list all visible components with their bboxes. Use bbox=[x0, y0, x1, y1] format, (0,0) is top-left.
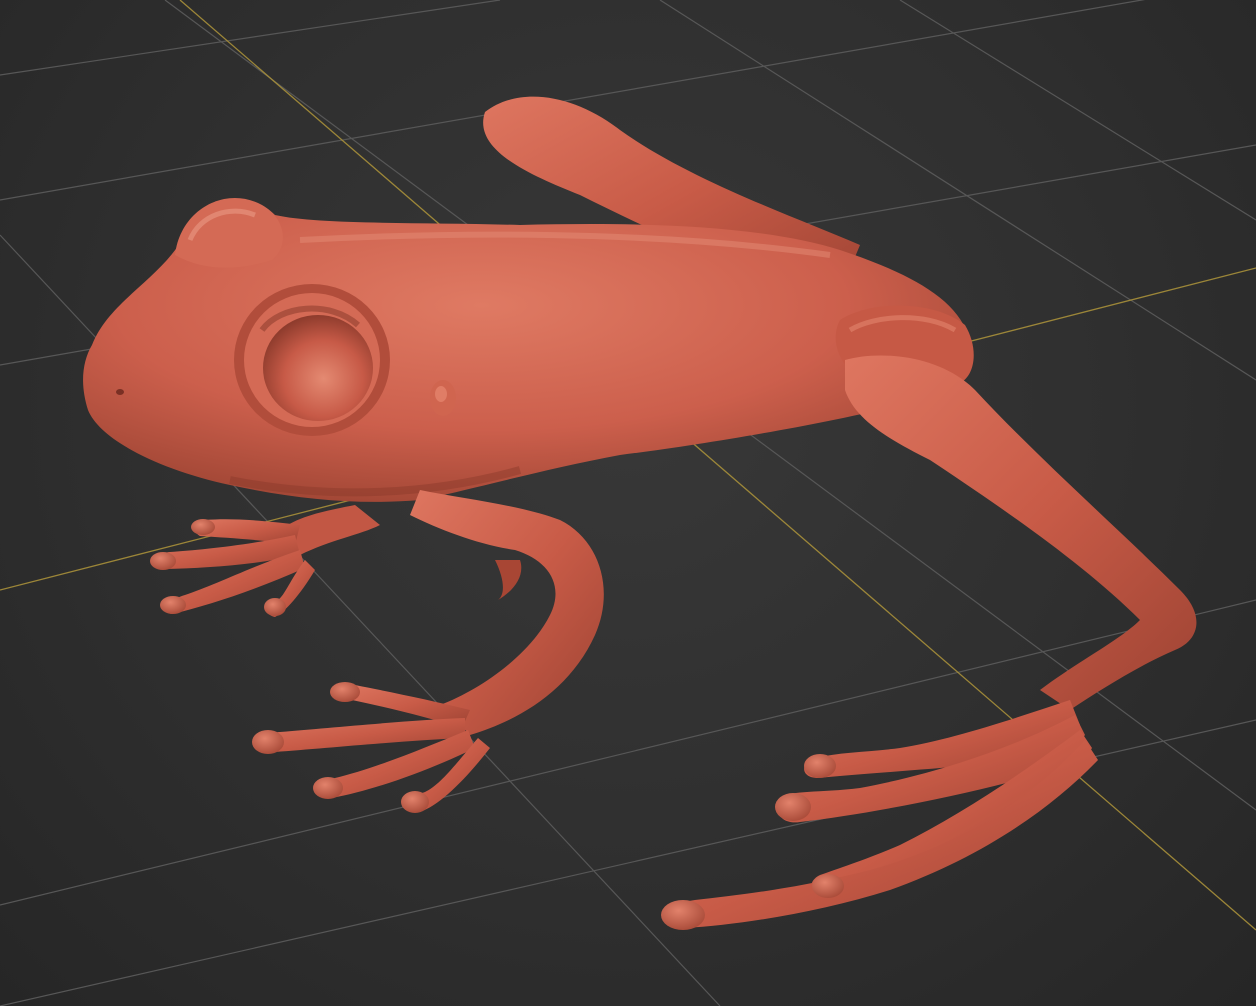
near-front-arm bbox=[410, 490, 604, 735]
3d-viewport[interactable] bbox=[0, 0, 1256, 1006]
nostril bbox=[116, 389, 124, 395]
tympanum bbox=[430, 380, 456, 416]
head-bump bbox=[175, 198, 283, 268]
viewport-scene[interactable] bbox=[0, 0, 1256, 1006]
far-front-hand bbox=[150, 519, 315, 617]
near-hind-foot bbox=[661, 700, 1098, 930]
frog-eye bbox=[234, 284, 390, 436]
